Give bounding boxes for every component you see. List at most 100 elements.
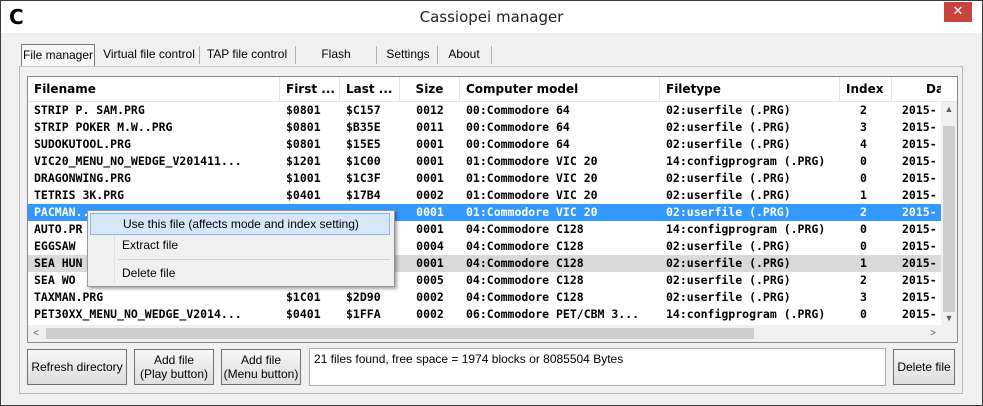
tab-divider <box>199 46 200 64</box>
delete-file-button[interactable]: Delete file <box>893 349 955 385</box>
scroll-corner <box>941 325 957 342</box>
horizontal-scroll-thumb[interactable] <box>46 328 754 339</box>
table-row[interactable]: SUDOKUTOOL.PRG $0801 $15E5 0001 00:Commodore… <box>28 136 941 153</box>
cell-computer-model: 00:Commodore 64 <box>466 120 570 134</box>
cell-date: 2015- <box>902 154 937 168</box>
cell-index: 1 <box>860 188 867 202</box>
cell-index: 0 <box>860 307 867 321</box>
column-filename[interactable]: Filename <box>28 77 280 101</box>
cell-filetype: 14:configprogram (.PRG) <box>666 154 826 168</box>
scroll-right-icon[interactable]: > <box>925 325 941 342</box>
status-text: 21 files found, free space = 1974 blocks… <box>314 352 624 366</box>
cell-filename: TETRIS 3K.PRG <box>34 188 125 202</box>
close-icon[interactable]: ✕ <box>944 2 972 22</box>
add-file-menu-sublabel: (Menu button) <box>223 367 299 381</box>
column-size[interactable]: Size <box>400 77 460 101</box>
cell-date: 2015- <box>902 222 937 236</box>
cell-filetype: 02:userfile (.PRG) <box>666 273 791 287</box>
refresh-directory-label: Refresh directory <box>31 360 123 374</box>
cell-filename: SUDOKUTOOL.PRG <box>34 137 131 151</box>
tab-tap-file-control[interactable]: TAP file control <box>203 44 291 65</box>
column-index[interactable]: Index <box>840 77 892 101</box>
column-first-address[interactable]: First ... <box>280 77 340 101</box>
cell-index: 2 <box>860 273 867 287</box>
menu-item-delete-file[interactable]: Delete file <box>90 262 390 284</box>
cell-size: 0004 <box>416 239 444 253</box>
tab-file-manager[interactable]: File manager <box>21 44 95 68</box>
cell-filename: DRAGONWING.PRG <box>34 171 131 185</box>
horizontal-scrollbar[interactable]: < > <box>28 325 941 342</box>
scroll-down-icon[interactable]: ▼ <box>941 311 957 325</box>
refresh-directory-button[interactable]: Refresh directory <box>27 349 127 385</box>
cell-first-address: $0401 <box>286 188 321 202</box>
column-computer-model[interactable]: Computer model <box>460 77 660 101</box>
tab-divider <box>491 46 492 64</box>
cell-filetype: 02:userfile (.PRG) <box>666 290 791 304</box>
cell-size: 0005 <box>416 273 444 287</box>
tab-divider <box>376 46 377 64</box>
column-date[interactable]: Da <box>892 77 941 101</box>
vertical-scroll-thumb[interactable] <box>943 126 955 312</box>
cell-filename: STRIP P. SAM.PRG <box>34 103 145 117</box>
cell-first-address: $1001 <box>286 171 321 185</box>
add-file-play-button[interactable]: Add file (Play button) <box>134 349 214 385</box>
cell-last-address: $2D90 <box>346 290 381 304</box>
cell-index: 3 <box>860 290 867 304</box>
tab-about[interactable]: About <box>444 44 484 65</box>
column-last-address[interactable]: Last ... <box>340 77 400 101</box>
cell-date: 2015- <box>902 188 937 202</box>
cell-last-address: $15E5 <box>346 137 381 151</box>
main-window: C Cassiopei manager ✕ File manager Virtu… <box>0 0 983 406</box>
cell-date: 2015- <box>902 120 937 134</box>
cell-computer-model: 01:Commodore VIC 20 <box>466 205 598 219</box>
cell-first-address: $0801 <box>286 137 321 151</box>
cell-filetype: 02:userfile (.PRG) <box>666 256 791 270</box>
cell-index: 2 <box>860 103 867 117</box>
cell-first-address: $1C01 <box>286 290 321 304</box>
cell-index: 0 <box>860 171 867 185</box>
add-file-menu-label: Add file <box>240 353 282 367</box>
cell-date: 2015- <box>902 205 937 219</box>
table-row[interactable]: DRAGONWING.PRG $1001 $1C3F 0001 01:Commodore… <box>28 170 941 187</box>
tab-divider <box>437 46 438 64</box>
cell-size: 0002 <box>416 188 444 202</box>
cell-size: 0002 <box>416 307 444 321</box>
cell-first-address: $0801 <box>286 103 321 117</box>
table-row[interactable]: PET30XX_MENU_NO_WEDGE_V2014... $0401 $1FFA… <box>28 306 941 323</box>
table-row[interactable]: VIC20_MENU_NO_WEDGE_V201411... $1201 $1C00… <box>28 153 941 170</box>
table-row[interactable]: STRIP POKER M.W..PRG $0801 $B35E 0011 00:Com… <box>28 119 941 136</box>
menu-item-use-this-file[interactable]: Use this file (affects mode and index se… <box>90 213 390 235</box>
cell-computer-model: 00:Commodore 64 <box>466 137 570 151</box>
add-file-menu-button[interactable]: Add file (Menu button) <box>221 349 301 385</box>
tab-flash-monitor[interactable]: Flash Monitor <box>300 44 372 82</box>
tab-settings[interactable]: Settings <box>383 44 433 65</box>
cell-first-address: $1201 <box>286 154 321 168</box>
cell-index: 0 <box>860 154 867 168</box>
add-file-play-label: Add file <box>153 353 195 367</box>
cell-date: 2015- <box>902 239 937 253</box>
cell-filetype: 14:configprogram (.PRG) <box>666 307 826 321</box>
menu-item-extract-file[interactable]: Extract file <box>90 234 390 256</box>
delete-file-label: Delete file <box>897 360 951 374</box>
cell-first-address: $0801 <box>286 120 321 134</box>
table-row[interactable]: TAXMAN.PRG $1C01 $2D90 0002 04:Commodore C12… <box>28 289 941 306</box>
cell-computer-model: 04:Commodore C128 <box>466 256 584 270</box>
tab-virtual-file-control[interactable]: Virtual file control <box>103 44 195 65</box>
cell-filetype: 02:userfile (.PRG) <box>666 171 791 185</box>
column-filetype[interactable]: Filetype <box>660 77 840 101</box>
scroll-up-icon[interactable]: ▲ <box>941 102 957 116</box>
vertical-scrollbar[interactable]: ▲ ▼ <box>941 102 957 325</box>
scroll-left-icon[interactable]: < <box>28 325 44 342</box>
cell-computer-model: 00:Commodore 64 <box>466 103 570 117</box>
table-row[interactable]: STRIP P. SAM.PRG $0801 $C157 0012 00:Commodo… <box>28 102 941 119</box>
cell-first-address: $0401 <box>286 307 321 321</box>
cell-filetype: 02:userfile (.PRG) <box>666 103 791 117</box>
table-row[interactable]: TETRIS 3K.PRG $0401 $17B4 0002 01:Commodore … <box>28 187 941 204</box>
cell-filetype: 02:userfile (.PRG) <box>666 120 791 134</box>
cell-index: 4 <box>860 137 867 151</box>
cell-size: 0001 <box>416 171 444 185</box>
cell-last-address: $1C3F <box>346 171 381 185</box>
cell-computer-model: 01:Commodore VIC 20 <box>466 154 598 168</box>
cell-index: 0 <box>860 239 867 253</box>
cell-size: 0002 <box>416 290 444 304</box>
